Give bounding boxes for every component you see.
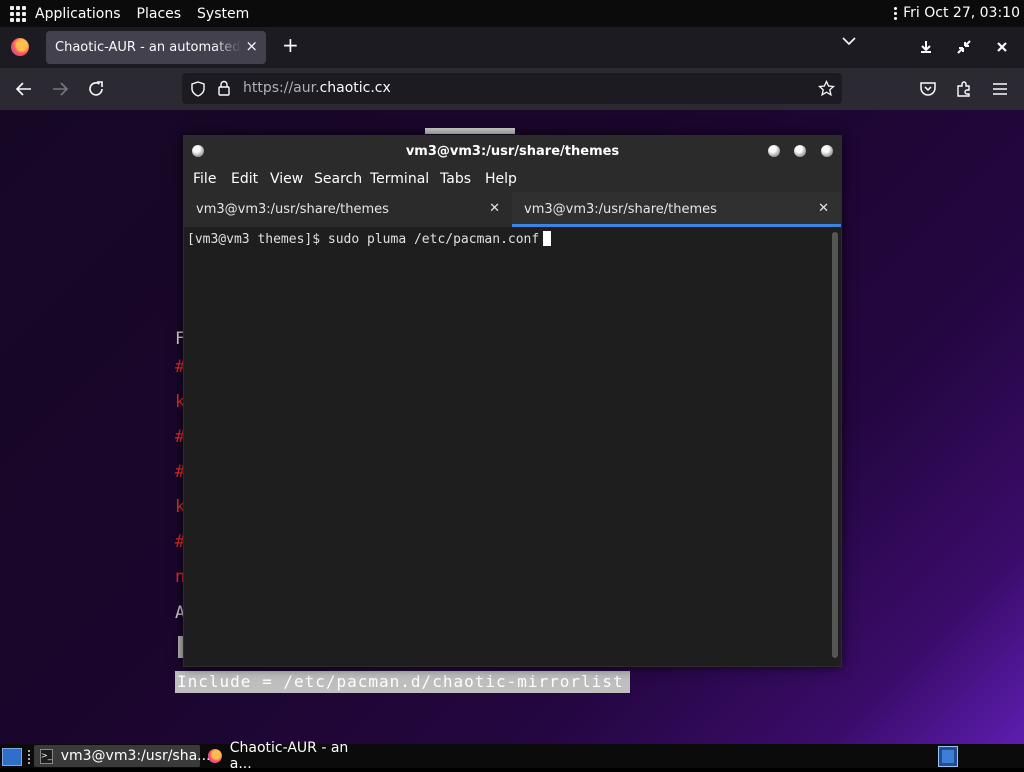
- terminal-scrollbar[interactable]: [832, 232, 838, 658]
- url-prefix: https://aur.: [243, 80, 320, 96]
- minimize-icon[interactable]: [916, 37, 936, 57]
- menu-places[interactable]: Places: [137, 6, 182, 22]
- close-tab-icon[interactable]: ×: [245, 37, 258, 55]
- prompt-command-text: [vm3@vm3 themes]$ sudo pluma /etc/pacman…: [187, 232, 540, 247]
- terminal-output[interactable]: [vm3@vm3 themes]$ sudo pluma /etc/pacman…: [184, 227, 841, 666]
- terminal-titlebar[interactable]: vm3@vm3:/usr/share/themes: [184, 136, 841, 166]
- menu-tabs[interactable]: Tabs: [440, 171, 471, 187]
- firefox-icon[interactable]: [11, 38, 29, 56]
- menu-applications[interactable]: Applications: [35, 6, 121, 22]
- bottom-panel: >_ vm3@vm3:/usr/sha... Chaotic-AUR - an …: [0, 740, 1024, 772]
- extensions-icon[interactable]: [955, 80, 973, 98]
- terminal-icon: >_: [40, 748, 53, 764]
- menu-search[interactable]: Search: [314, 171, 362, 187]
- back-icon[interactable]: [15, 80, 33, 98]
- clock-area[interactable]: Fri Oct 27, 03:10: [894, 5, 1020, 21]
- shield-icon[interactable]: [190, 81, 206, 97]
- minimize-window-icon[interactable]: [768, 145, 780, 157]
- text-cursor: [543, 231, 552, 246]
- menu-system[interactable]: System: [197, 6, 249, 22]
- tab-title: Chaotic-AUR - an automated bu: [55, 40, 241, 55]
- taskbar-item-terminal[interactable]: >_ vm3@vm3:/usr/sha...: [34, 745, 211, 767]
- reload-icon[interactable]: [87, 80, 105, 98]
- menu-help[interactable]: Help: [485, 171, 517, 187]
- browser-navbar: https://aur.chaotic.cx: [0, 68, 1024, 110]
- highlighted-include-line[interactable]: Include = /etc/pacman.d/chaotic-mirrorli…: [175, 671, 630, 693]
- terminal-tabbar: vm3@vm3:/usr/share/themes ✕ vm3@vm3:/usr…: [184, 192, 841, 227]
- top-panel: Applications Places System Fri Oct 27, 0…: [0, 0, 1024, 27]
- close-tab-icon[interactable]: ✕: [818, 201, 829, 216]
- forward-icon[interactable]: [51, 80, 69, 98]
- url-bar[interactable]: https://aur.chaotic.cx: [182, 73, 842, 104]
- menu-terminal[interactable]: Terminal: [370, 171, 429, 187]
- kebab-icon[interactable]: [894, 6, 898, 20]
- terminal-tab-label: vm3@vm3:/usr/share/themes: [196, 202, 389, 217]
- close-tab-icon[interactable]: ✕: [489, 201, 500, 216]
- browser-tabbar: Chaotic-AUR - an automated bu × +: [0, 27, 1024, 68]
- restore-icon[interactable]: [954, 37, 974, 57]
- clock[interactable]: Fri Oct 27, 03:10: [903, 5, 1020, 21]
- partial-heading-fragment: [425, 128, 515, 134]
- menu-view[interactable]: View: [270, 171, 303, 187]
- taskbar-item-firefox[interactable]: Chaotic-AUR - an a...: [202, 740, 372, 772]
- maximize-window-icon[interactable]: [794, 145, 806, 157]
- url-text[interactable]: https://aur.chaotic.cx: [243, 80, 391, 96]
- close-window-icon[interactable]: [992, 37, 1012, 57]
- hamburger-menu-icon[interactable]: [991, 80, 1009, 98]
- browser-tab[interactable]: Chaotic-AUR - an automated bu ×: [46, 31, 266, 64]
- menu-file[interactable]: File: [193, 171, 216, 187]
- terminal-prompt-line: [vm3@vm3 themes]$ sudo pluma /etc/pacman…: [187, 231, 552, 247]
- terminal-tab[interactable]: vm3@vm3:/usr/share/themes ✕: [184, 192, 512, 227]
- apps-grid-icon[interactable]: [10, 5, 26, 22]
- terminal-tab-active[interactable]: vm3@vm3:/usr/share/themes ✕: [512, 192, 841, 227]
- close-window-icon[interactable]: [821, 145, 833, 157]
- pocket-icon[interactable]: [919, 80, 937, 98]
- taskbar-item-label: vm3@vm3:/usr/sha...: [60, 748, 211, 764]
- show-desktop-icon[interactable]: [2, 748, 22, 766]
- new-tab-button[interactable]: +: [282, 33, 299, 57]
- terminal-window: vm3@vm3:/usr/share/themes File Edit View…: [183, 135, 842, 667]
- menu-edit[interactable]: Edit: [231, 171, 258, 187]
- url-domain: chaotic.cx: [319, 80, 391, 96]
- workspace-switcher[interactable]: [938, 746, 958, 767]
- chevron-down-icon[interactable]: [842, 36, 856, 46]
- panel-handle-icon[interactable]: [28, 750, 30, 764]
- terminal-tab-label: vm3@vm3:/usr/share/themes: [524, 202, 717, 217]
- terminal-menubar: File Edit View Search Terminal Tabs Help: [184, 166, 841, 192]
- firefox-icon: [208, 749, 222, 763]
- taskbar-item-label: Chaotic-AUR - an a...: [229, 740, 349, 772]
- terminal-title: vm3@vm3:/usr/share/themes: [405, 144, 620, 159]
- lock-icon[interactable]: [217, 80, 231, 96]
- bookmark-star-icon[interactable]: [818, 80, 835, 97]
